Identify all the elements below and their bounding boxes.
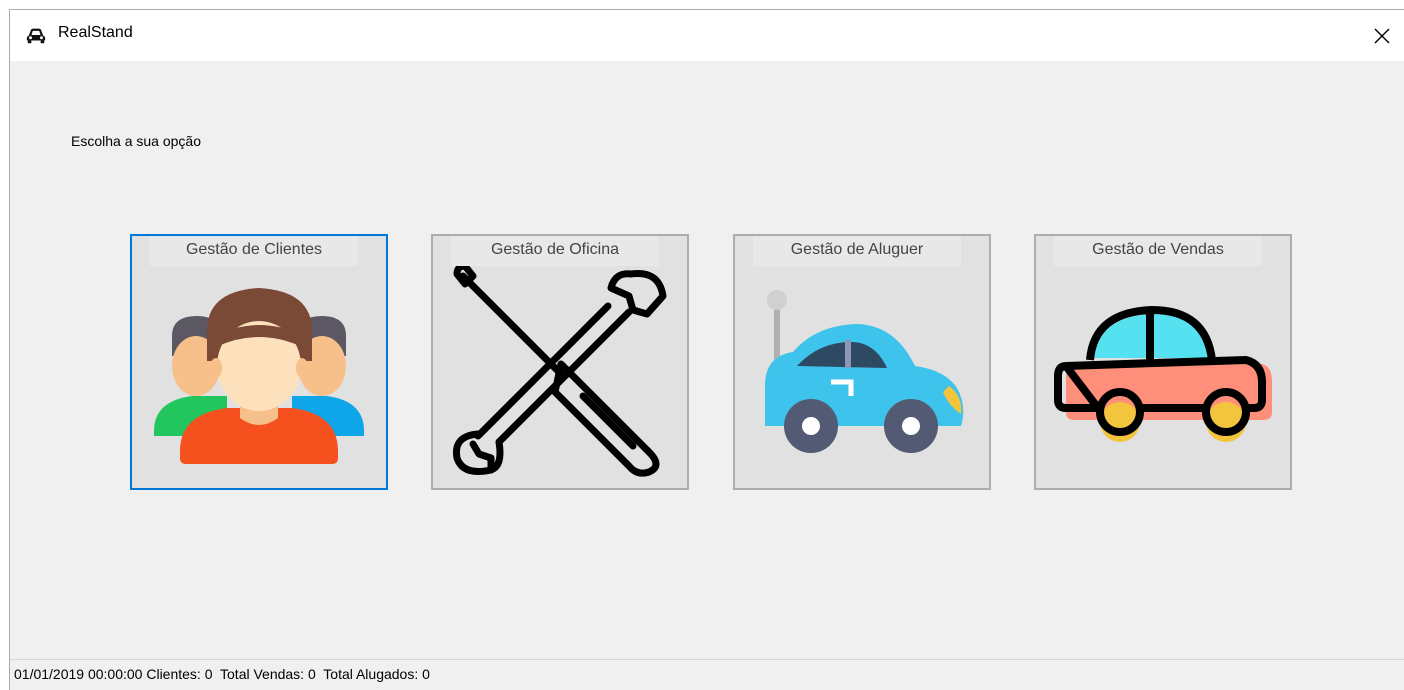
close-button[interactable] bbox=[1360, 10, 1404, 61]
sales-management-button[interactable]: Gestão de Vendas bbox=[1034, 234, 1292, 490]
sales-management-label: Gestão de Vendas bbox=[1054, 236, 1262, 266]
sale-car-icon bbox=[1054, 306, 1272, 442]
users-group-icon bbox=[154, 288, 364, 464]
clients-management-button[interactable]: Gestão de Clientes bbox=[130, 234, 388, 490]
close-icon bbox=[1374, 28, 1390, 43]
rental-car-icon bbox=[765, 290, 964, 453]
window-title: RealStand bbox=[58, 24, 133, 41]
status-bar: 01/01/2019 00:00:00 Clientes: 0 Total Ve… bbox=[10, 659, 1404, 690]
clients-management-label: Gestão de Clientes bbox=[150, 236, 358, 266]
wrench-screwdriver-icon bbox=[452, 262, 667, 477]
workshop-management-label: Gestão de Oficina bbox=[451, 236, 659, 266]
car-icon bbox=[26, 28, 46, 44]
rental-management-button[interactable]: Gestão de Aluguer bbox=[733, 234, 991, 490]
rental-management-label: Gestão de Aluguer bbox=[753, 236, 961, 266]
title-bar[interactable]: RealStand bbox=[10, 10, 1404, 61]
main-window: RealStand Escolha a sua opção Gestão de … bbox=[9, 9, 1404, 690]
workshop-management-button[interactable]: Gestão de Oficina bbox=[431, 234, 689, 490]
choose-option-label: Escolha a sua opção bbox=[71, 133, 201, 149]
status-text: 01/01/2019 00:00:00 Clientes: 0 Total Ve… bbox=[14, 666, 430, 682]
